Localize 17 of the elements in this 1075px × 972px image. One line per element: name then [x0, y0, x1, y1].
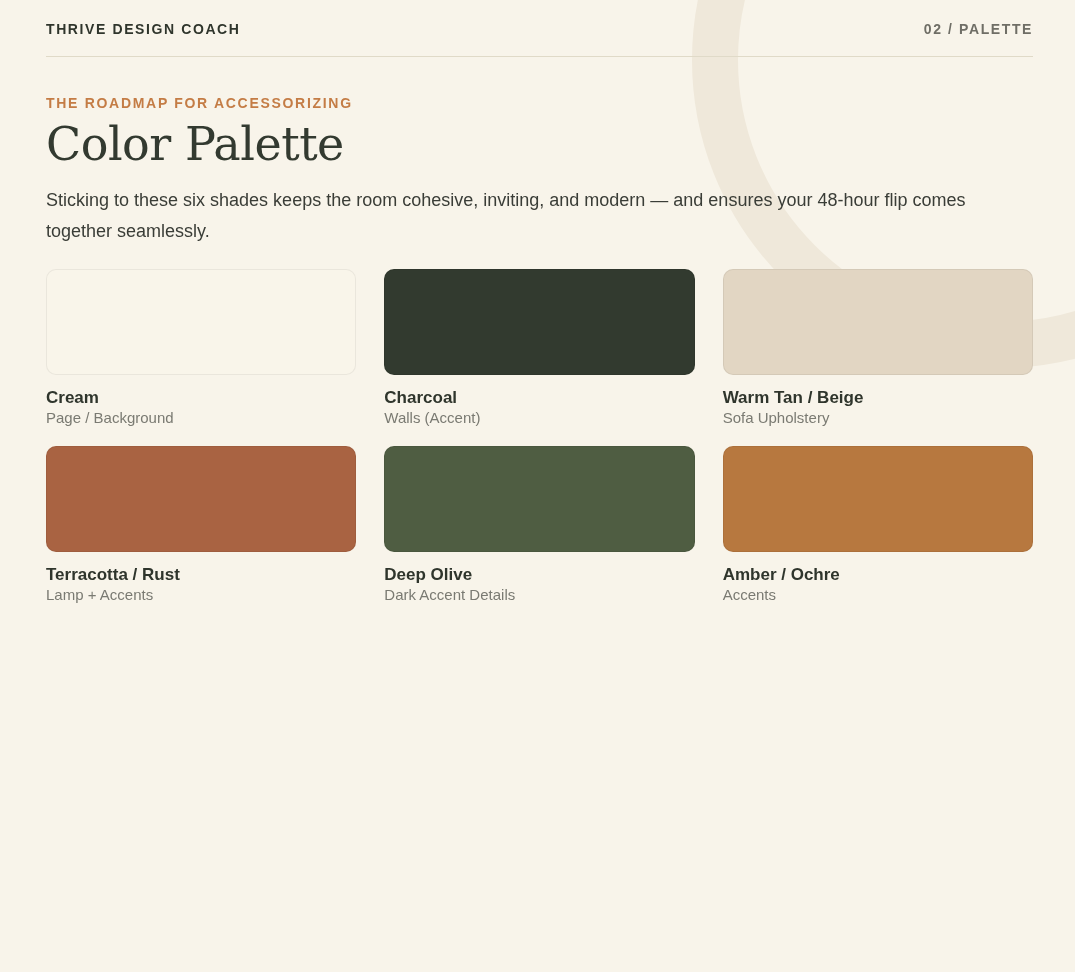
swatch-name: Terracotta / Rust — [46, 565, 181, 585]
swatch-usage: Accents — [722, 586, 777, 603]
page-title: Color Palette — [46, 117, 345, 171]
swatch-name: Amber / Ochre — [722, 565, 841, 585]
brand-name: THRIVE DESIGN COACH — [46, 21, 241, 37]
swatch-usage: Lamp + Accents — [46, 586, 155, 603]
eyebrow-text: THE ROADMAP FOR ACCESSORIZING — [46, 95, 354, 111]
swatch-name: Charcoal — [384, 388, 459, 408]
swatch-usage: Walls (Accent) — [384, 409, 482, 426]
swatch-usage: Sofa Upholstery — [722, 409, 831, 426]
section-label: 02 / PALETTE — [923, 21, 1033, 37]
swatch-name: Warm Tan / Beige — [722, 388, 865, 408]
swatch-name: Cream — [46, 388, 100, 408]
swatch-usage: Dark Accent Details — [384, 586, 517, 603]
swatch-usage: Page / Background — [46, 409, 175, 426]
swatch-name: Deep Olive — [384, 565, 474, 585]
intro-paragraph: Sticking to these six shades keeps the room cohesive, inviting, and modern — and ensures your 48-hour flip comes together seamlessly. — [46, 189, 966, 243]
